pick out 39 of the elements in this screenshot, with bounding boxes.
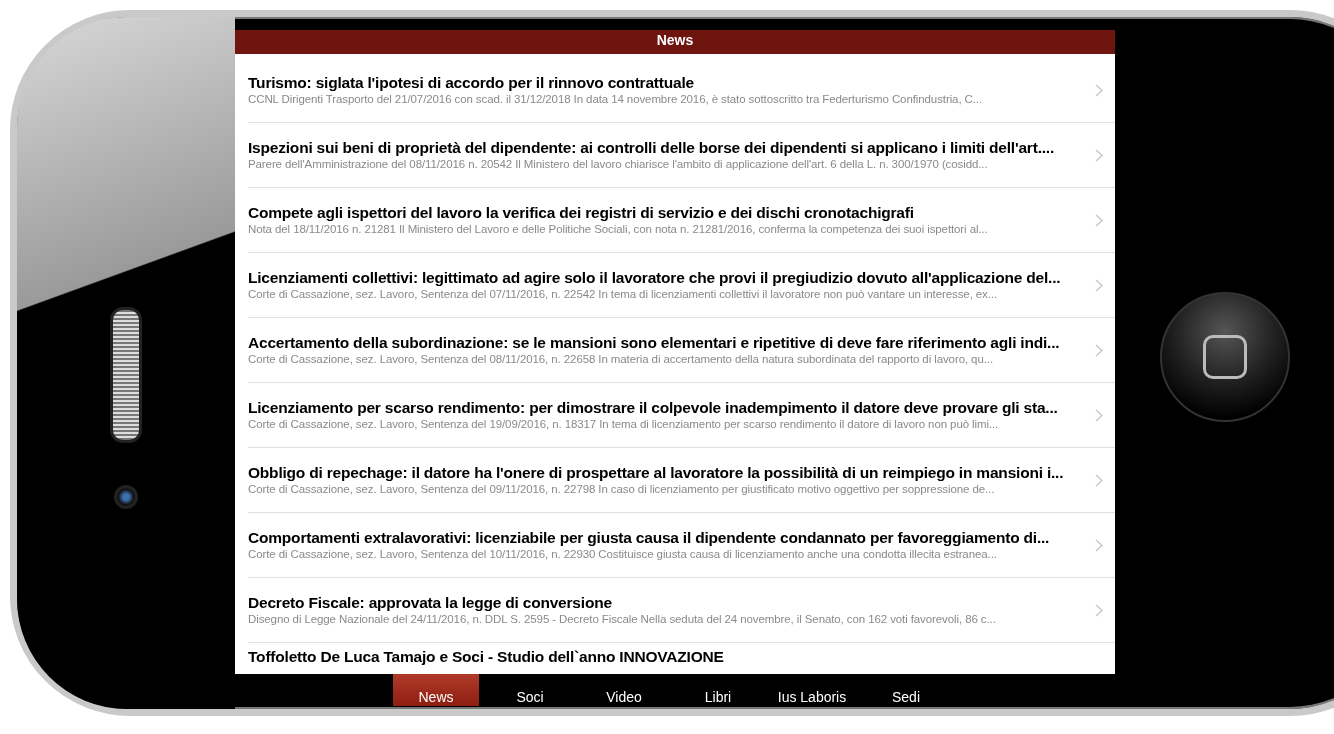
news-summary: Corte di Cassazione, sez. Lavoro, Sentenza del 19/09/2016, n. 18317 In tema di licenziamento per scarso rendimento il datore di lavoro non può limi... <box>248 417 1000 432</box>
news-title: Toffoletto De Luca Tamajo e Soci - Studio dell`anno INNOVAZIONE <box>248 647 725 666</box>
news-title: Decreto Fiscale: approvata la legge di conversione <box>248 593 613 612</box>
news-summary: Disegno di Legge Nazionale del 24/11/2016, n. DDL S. 2595 - Decreto Fiscale Nella seduta del 24 novembre, il Senato, con 162 voti favorevoli, 86 c... <box>248 612 997 627</box>
news-summary: Corte di Cassazione, sez. Lavoro, Sentenza del 07/11/2016, n. 22542 In tema di licenziamenti collettivi il lavoratore non può vantare un interesse, ex... <box>248 287 999 302</box>
chevron-icon <box>1095 538 1103 552</box>
square-icon <box>1203 335 1247 379</box>
tab[interactable]: Sedi <box>863 674 949 706</box>
tab[interactable]: Video <box>581 674 667 706</box>
chevron-icon <box>1095 343 1103 357</box>
chevron-icon <box>1095 83 1103 97</box>
news-title: Licenziamento per scarso rendimento: per dimostrare il colpevole inadempimento il datore deve provare gli sta... <box>248 398 1059 417</box>
tab[interactable]: News <box>393 674 479 706</box>
news-summary: Corte di Cassazione, sez. Lavoro, Sentenza del 09/11/2016, n. 22798 In caso di licenziamento per giustificato motivo oggettivo per soppressione de... <box>248 482 996 497</box>
news-title: Obbligo di repechage: il datore ha l'onere di prospettare al lavoratore la possibilità di un reimpiego in mansioni i... <box>248 463 1065 482</box>
tab[interactable]: Libri <box>675 674 761 706</box>
chevron-icon <box>1095 408 1103 422</box>
news-summary: CCNL Dirigenti Trasporto del 21/07/2016 con scad. il 31/12/2018 In data 14 novembre 2016, è stato sottoscritto tra Federturismo Confindustria, C... <box>248 92 984 107</box>
chevron-icon <box>1095 603 1103 617</box>
news-title: Ispezioni sui beni di proprietà del dipendente: ai controlli delle borse dei dipendenti si applicano i limiti dell'art.... <box>248 138 1056 157</box>
news-item[interactable]: Toffoletto De Luca Tamajo e Soci - Studio dell`anno INNOVAZIONE <box>248 643 1115 666</box>
news-title: Turismo: siglata l'ipotesi di accordo per il rinnovo contrattuale <box>248 73 695 92</box>
camera-icon <box>114 485 138 509</box>
news-item[interactable]: Decreto Fiscale: approvata la legge di conversione Disegno di Legge Nazionale del 24/11/2016, n. DDL S. 2595 - Decreto Fiscale Nella seduta del 24 novembre, il Senato, con 162 voti favorevoli, 86 c... <box>248 578 1115 643</box>
chevron-icon <box>1095 213 1103 227</box>
news-title: Licenziamenti collettivi: legittimato ad agire solo il lavoratore che provi il pregiudizio dovuto all'applicazione del... <box>248 268 1062 287</box>
news-title: Compete agli ispettori del lavoro la verifica dei registri di servizio e dei dischi cronotachigrafi <box>248 203 915 222</box>
tab[interactable]: Soci <box>487 674 573 706</box>
chevron-icon <box>1095 473 1103 487</box>
header-title: News <box>656 32 694 48</box>
tab[interactable]: Ius Laboris <box>769 674 855 706</box>
news-summary: Corte di Cassazione, sez. Lavoro, Sentenza del 10/11/2016, n. 22930 Costituisce giusta causa di licenziamento anche una condotta illecita estranea... <box>248 547 998 562</box>
news-title: Accertamento della subordinazione: se le mansioni sono elementari e ripetitive di deve fare riferimento agli indi... <box>248 333 1061 352</box>
news-summary: Parere dell'Amministrazione del 08/11/2016 n. 20542 Il Ministero del lavoro chiarisce l'ambito di applicazione dell'art. 6 della L. n. 300/1970 (cosidd... <box>248 157 989 172</box>
chevron-icon <box>1095 278 1103 292</box>
chevron-icon <box>1095 148 1103 162</box>
news-summary: Corte di Cassazione, sez. Lavoro, Sentenza del 08/11/2016, n. 22658 In materia di accertamento della natura subordinata del rapporto di lavoro, qu... <box>248 352 994 367</box>
news-summary: Nota del 18/11/2016 n. 21281 Il Ministero del Lavoro e delle Politiche Sociali, con nota n. 21281/2016, conferma la competenza dei suoi ispettori al... <box>248 222 989 237</box>
news-title: Comportamenti extralavorativi: licenziabile per giusta causa il dipendente condannato per favoreggiamento di... <box>248 528 1051 547</box>
